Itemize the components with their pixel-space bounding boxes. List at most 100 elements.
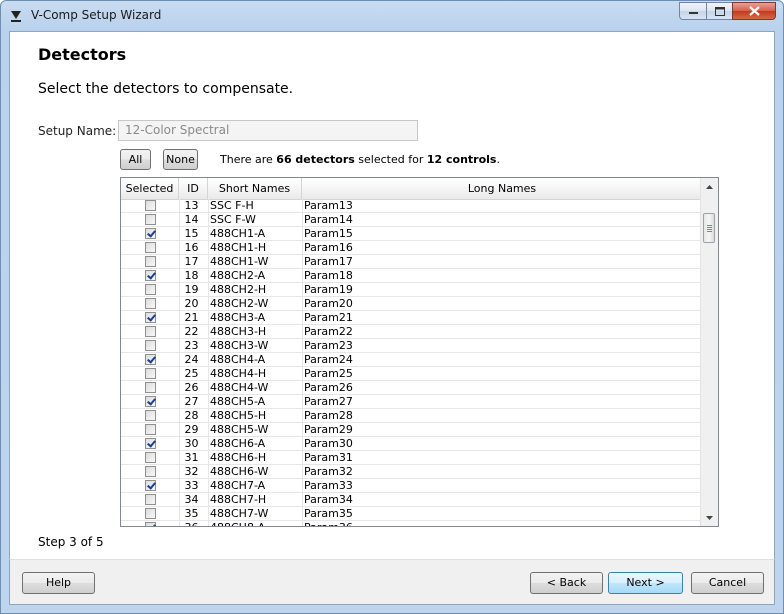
short-name-cell: 488CH2-H: [210, 283, 267, 296]
title-bar[interactable]: V-Comp Setup Wizard: [1, 1, 783, 31]
detector-checkbox[interactable]: [144, 312, 156, 323]
detector-checkbox[interactable]: [144, 256, 156, 267]
maximize-button[interactable]: [706, 2, 732, 20]
detector-checkbox[interactable]: [144, 396, 156, 407]
table-row[interactable]: 34 488CH7-H Param34: [121, 493, 702, 507]
detectors-grid[interactable]: Selected ID Short Names Long Names 13 SSC…: [120, 177, 719, 527]
table-row[interactable]: 23 488CH3-W Param23: [121, 339, 702, 353]
long-name-cell: Param20: [304, 297, 353, 310]
table-row[interactable]: 28 488CH5-H Param28: [121, 409, 702, 423]
control-count: 12 controls: [426, 153, 497, 166]
detector-checkbox[interactable]: [144, 508, 156, 519]
selected-cell: [121, 507, 179, 520]
vertical-scrollbar[interactable]: [700, 178, 718, 526]
summary-middle: selected for: [354, 153, 427, 166]
detector-checkbox[interactable]: [144, 424, 156, 435]
scroll-down-button[interactable]: [701, 509, 718, 526]
detector-checkbox[interactable]: [144, 480, 156, 491]
column-header-id[interactable]: ID: [179, 178, 208, 199]
table-row[interactable]: 32 488CH6-W Param32: [121, 465, 702, 479]
detector-checkbox[interactable]: [144, 452, 156, 463]
long-name-cell: Param30: [304, 437, 353, 450]
selected-cell: [121, 465, 179, 478]
table-row[interactable]: 33 488CH7-A Param33: [121, 479, 702, 493]
id-cell: 14: [184, 213, 199, 226]
column-header-long-names[interactable]: Long Names: [302, 178, 702, 199]
id-cell: 36: [179, 521, 204, 526]
app-logo-icon: [11, 11, 21, 22]
detector-checkbox[interactable]: [144, 270, 156, 281]
id-cell: 13: [184, 199, 199, 212]
table-row[interactable]: 24 488CH4-A Param24: [121, 353, 702, 367]
table-row[interactable]: 19 488CH2-H Param19: [121, 283, 702, 297]
detector-checkbox[interactable]: [144, 200, 156, 211]
cancel-button[interactable]: Cancel: [691, 572, 764, 594]
detector-checkbox[interactable]: [144, 410, 156, 421]
id-cell: 30: [184, 437, 199, 450]
long-name-cell: Param32: [304, 465, 353, 478]
detector-checkbox[interactable]: [144, 242, 156, 253]
grip-line: [707, 229, 712, 230]
scroll-thumb[interactable]: [703, 213, 715, 243]
long-name-cell: Param26: [304, 381, 353, 394]
select-none-button[interactable]: None: [163, 149, 198, 170]
back-button[interactable]: < Back: [530, 572, 603, 594]
selected-cell: [121, 409, 179, 422]
detector-checkbox[interactable]: [144, 284, 156, 295]
table-row[interactable]: 21 488CH3-A Param21: [121, 311, 702, 325]
table-row[interactable]: 31 488CH6-H Param31: [121, 451, 702, 465]
table-row[interactable]: 22 488CH3-H Param22: [121, 325, 702, 339]
long-name-cell: Param22: [304, 325, 353, 338]
id-cell: 29: [184, 423, 199, 436]
wizard-page: Detectors Select the detectors to compen…: [9, 31, 775, 559]
long-name-cell: Param25: [304, 367, 353, 380]
detector-checkbox[interactable]: [144, 340, 156, 351]
detector-checkbox[interactable]: [144, 466, 156, 477]
detector-checkbox[interactable]: [144, 214, 156, 225]
table-row[interactable]: 15 488CH1-A Param15: [121, 227, 702, 241]
table-row[interactable]: 18 488CH2-A Param18: [121, 269, 702, 283]
detector-checkbox[interactable]: [144, 522, 156, 526]
table-row[interactable]: 30 488CH6-A Param30: [121, 437, 702, 451]
table-row[interactable]: 27 488CH5-A Param27: [121, 395, 702, 409]
help-button[interactable]: Help: [22, 572, 95, 594]
summary-prefix: There are: [220, 153, 277, 166]
short-name-cell: SSC F-H: [210, 199, 254, 212]
column-header-selected[interactable]: Selected: [121, 178, 179, 199]
selected-cell: [121, 213, 179, 226]
selected-cell: [121, 451, 179, 464]
detector-checkbox[interactable]: [144, 298, 156, 309]
table-row[interactable]: 26 488CH4-W Param26: [121, 381, 702, 395]
id-cell: 19: [184, 283, 199, 296]
table-row[interactable]: 13 SSC F-H Param13: [121, 199, 702, 213]
long-name-cell: Param13: [304, 199, 353, 212]
id-cell: 24: [184, 353, 199, 366]
table-row[interactable]: 36 488CH8-A Param36: [121, 521, 702, 526]
short-name-cell: 488CH2-W: [210, 297, 269, 310]
select-all-button[interactable]: All: [120, 149, 151, 170]
detector-checkbox[interactable]: [144, 438, 156, 449]
detector-checkbox[interactable]: [144, 382, 156, 393]
table-row[interactable]: 14 SSC F-W Param14: [121, 213, 702, 227]
next-button[interactable]: Next >: [608, 572, 683, 594]
detector-checkbox[interactable]: [144, 494, 156, 505]
close-button[interactable]: [732, 2, 776, 20]
table-row[interactable]: 16 488CH1-H Param16: [121, 241, 702, 255]
detector-checkbox[interactable]: [144, 228, 156, 239]
minimize-button[interactable]: [679, 2, 706, 20]
table-row[interactable]: 29 488CH5-W Param29: [121, 423, 702, 437]
long-name-cell: Param18: [304, 269, 353, 282]
selected-cell: [121, 227, 179, 240]
scroll-up-button[interactable]: [701, 178, 718, 195]
detector-checkbox[interactable]: [144, 326, 156, 337]
detector-checkbox[interactable]: [144, 368, 156, 379]
short-name-cell: 488CH5-H: [210, 409, 267, 422]
table-row[interactable]: 35 488CH7-W Param35: [121, 507, 702, 521]
minimize-icon: [688, 12, 698, 14]
column-header-short-names[interactable]: Short Names: [208, 178, 302, 199]
detector-checkbox[interactable]: [144, 354, 156, 365]
table-row[interactable]: 25 488CH4-H Param25: [121, 367, 702, 381]
short-name-cell: 488CH4-A: [210, 353, 266, 366]
table-row[interactable]: 17 488CH1-W Param17: [121, 255, 702, 269]
table-row[interactable]: 20 488CH2-W Param20: [121, 297, 702, 311]
